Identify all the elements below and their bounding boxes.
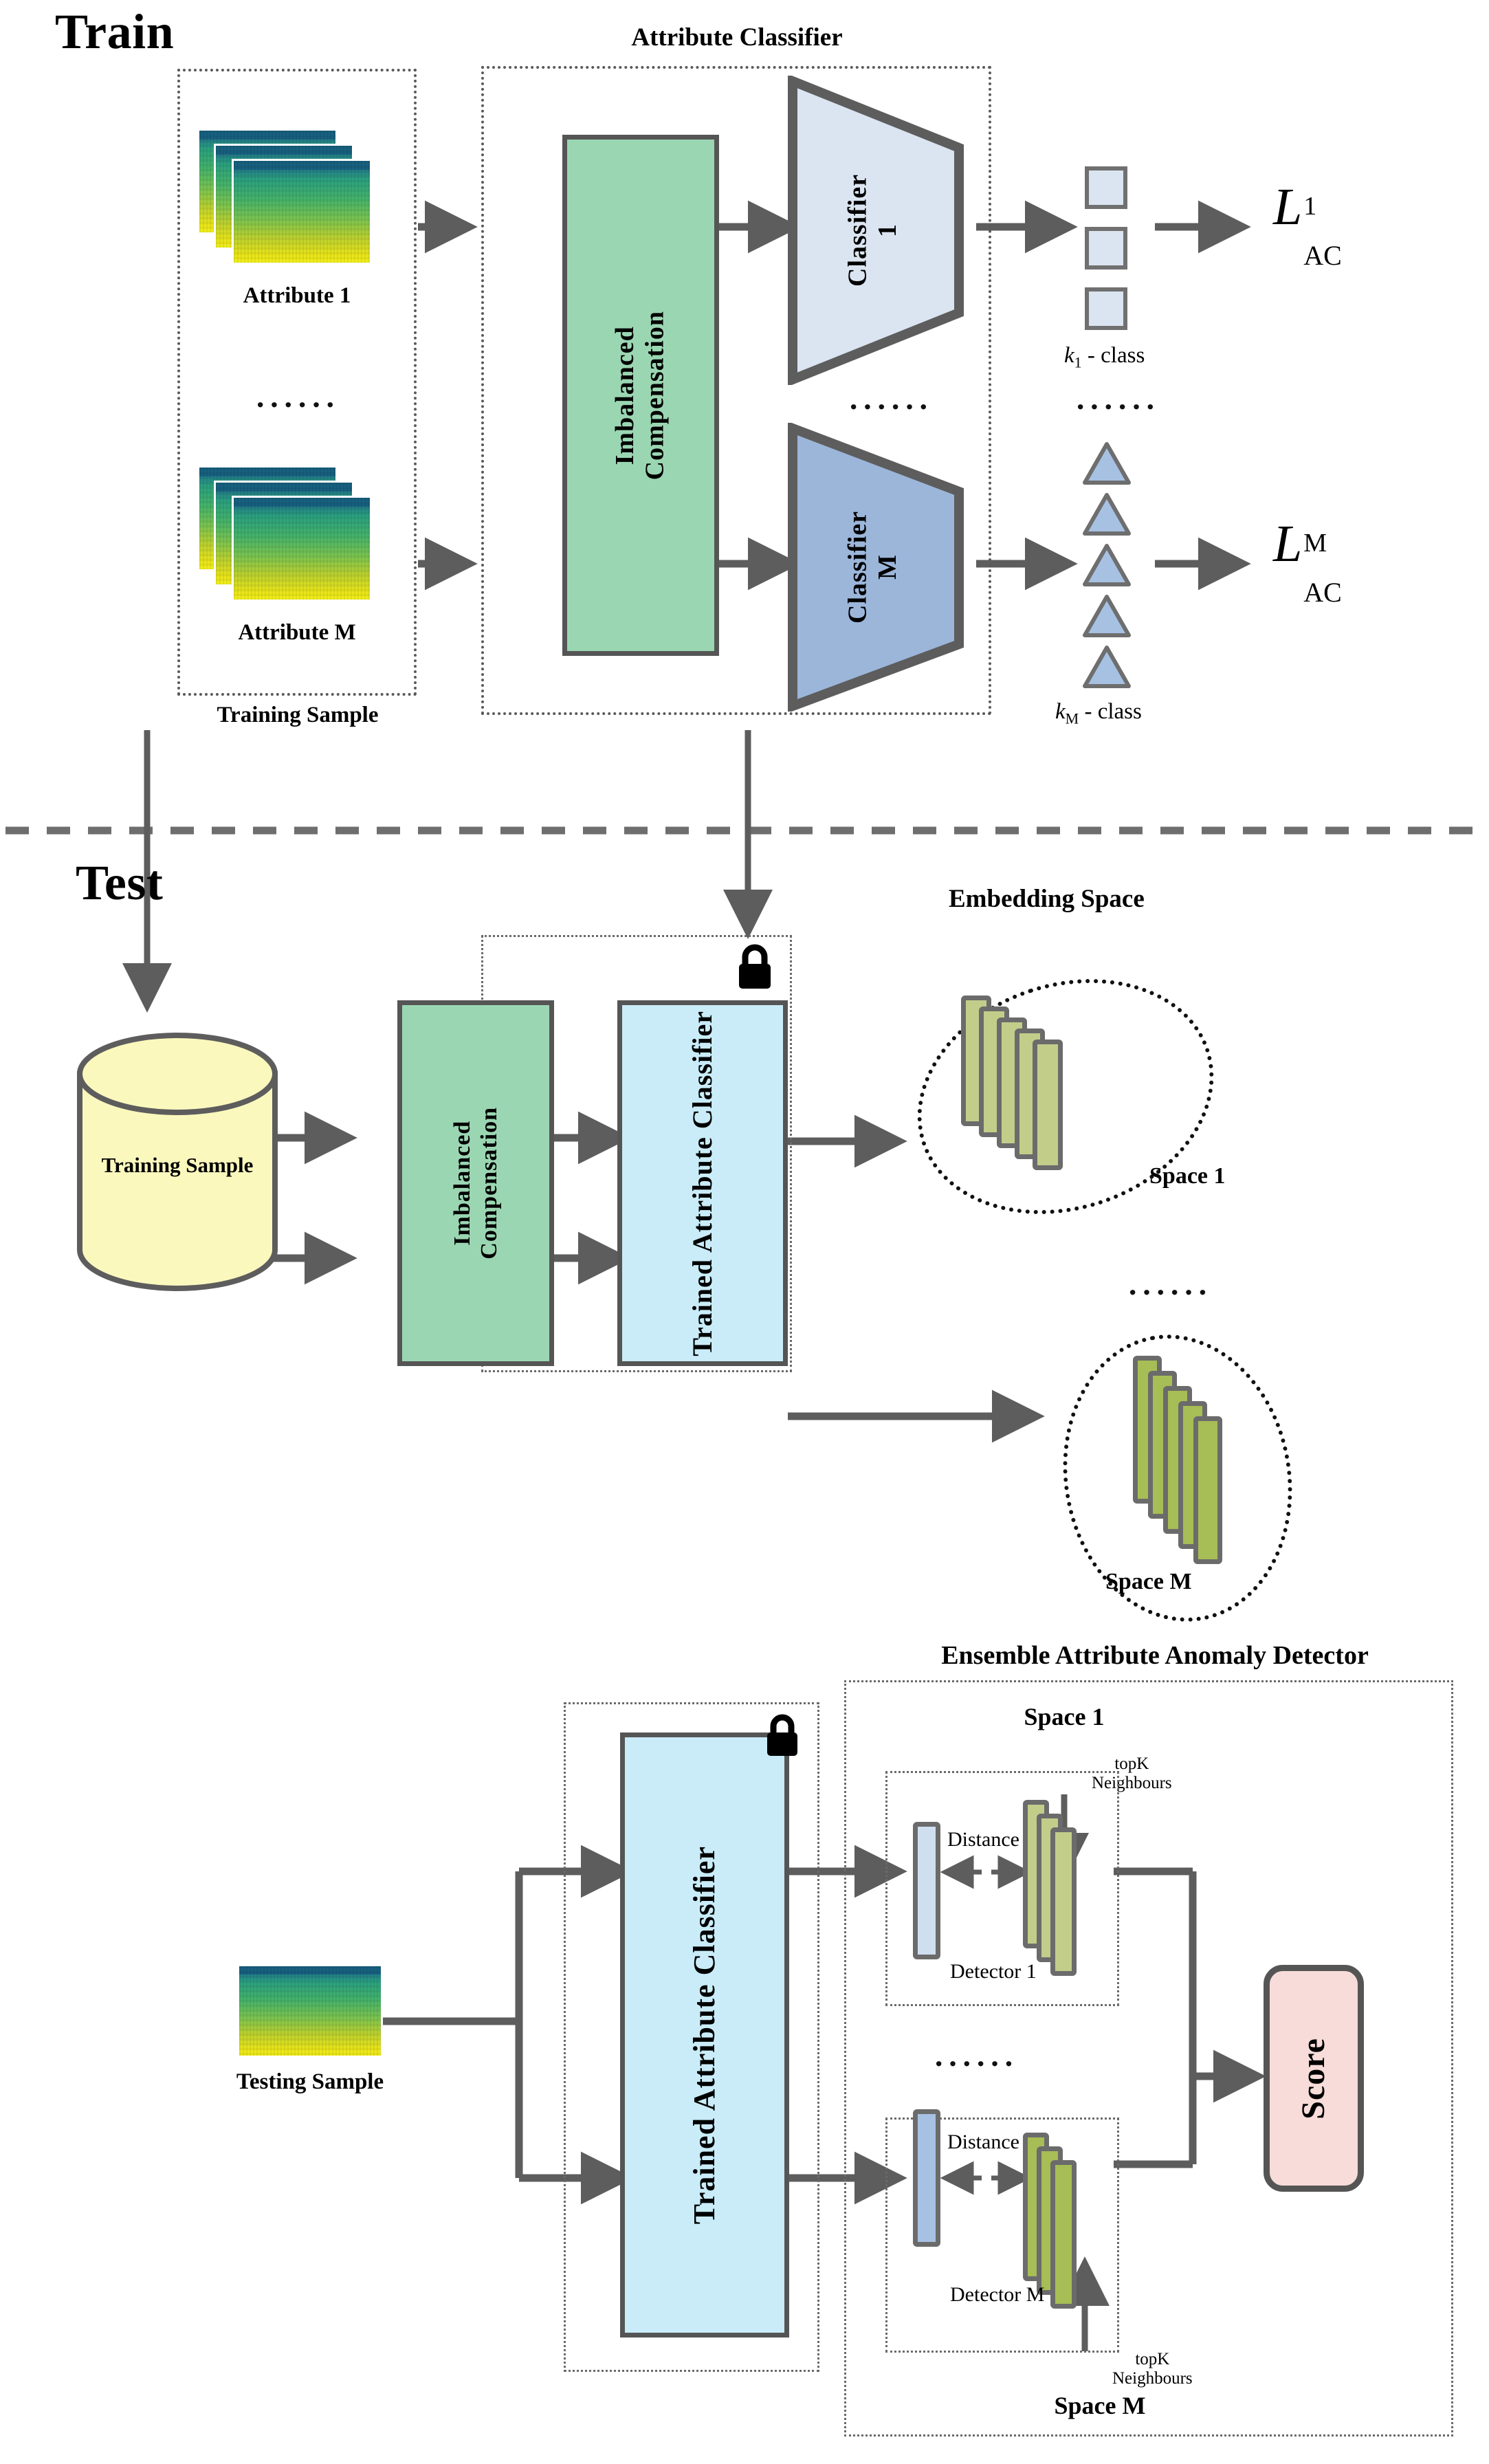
classifier-1-shape: Classifier 1 — [787, 74, 986, 387]
classifier-ellipsis: ······ — [848, 389, 933, 424]
class-square — [1085, 287, 1127, 330]
lock-icon — [763, 1713, 802, 1760]
training-sample-database-label: Training Sample — [101, 1153, 254, 1177]
attribute-ellipsis: ······ — [254, 387, 340, 422]
space-m-embedding-bars — [1133, 1356, 1325, 1590]
detector-space-1-label: Space 1 — [1024, 1703, 1105, 1730]
classifier-m-shape: Classifier M — [787, 421, 986, 714]
k1-class-shapes — [1085, 166, 1133, 338]
trained-attribute-classifier-label-test: Trained Attribute Classifier — [687, 1010, 718, 1356]
loss-ac-1: L 1 AC — [1273, 177, 1342, 271]
topk-neighbours-label-m: topK Neighbours — [1112, 2350, 1193, 2388]
loss-1-symbol: L — [1273, 178, 1303, 236]
train-sample-group-label: Training Sample — [217, 703, 379, 727]
imbalanced-compensation-label-test: Imbalanced Compensation — [449, 1107, 502, 1260]
attribute-classifier-group-label: Attribute Classifier — [631, 23, 843, 52]
attribute-m-spectrogram-stack — [199, 468, 378, 605]
classifier-m-label: Classifier M — [843, 510, 902, 624]
trained-attribute-classifier-test: Trained Attribute Classifier — [617, 1000, 788, 1366]
imbalanced-compensation-block-train: Imbalanced Compensation — [562, 135, 719, 656]
embedding-bar — [1033, 1040, 1063, 1170]
detector-m-query-bar — [913, 2109, 940, 2247]
space-1-embedding-bars — [961, 996, 1167, 1188]
classifier-1-label: Classifier 1 — [843, 173, 902, 287]
loss-1-subscript: AC — [1303, 240, 1342, 271]
detector-1-neighbour-bars — [1023, 1800, 1119, 2006]
distance-label-m: Distance — [947, 2131, 1019, 2153]
ensemble-group-label: Ensemble Attribute Anomaly Detector — [941, 1641, 1369, 1670]
attribute-1-spectrogram-stack — [199, 131, 378, 268]
testing-sample-spectrogram — [239, 1966, 381, 2056]
trained-attribute-classifier-label-bottom: Trained Attribute Classifier — [687, 1845, 721, 2225]
distance-label-1: Distance — [947, 1828, 1019, 1851]
k1-class-label: k1 - class — [1064, 343, 1145, 371]
score-label: Score — [1295, 2037, 1332, 2120]
detector-1-label: Detector 1 — [950, 1960, 1037, 1983]
neighbour-bar — [1050, 1827, 1077, 1976]
testing-sample-label: Testing Sample — [236, 2069, 384, 2094]
detector-m-label: Detector M — [950, 2283, 1045, 2306]
loss-ac-m: L M AC — [1273, 514, 1342, 608]
km-class-shapes — [1078, 440, 1147, 694]
training-sample-database: Training Sample — [74, 1031, 280, 1292]
diagram-canvas: Train Attribute 1 ······ Attribute M Tra… — [0, 0, 1489, 2464]
class-square — [1085, 166, 1127, 209]
score-box: Score — [1264, 1965, 1364, 2192]
class-square — [1085, 227, 1127, 270]
imbalanced-compensation-label-train: Imbalanced Compensation — [610, 310, 670, 481]
detector-1-query-bar — [913, 1822, 940, 1959]
loss-1-superscript: 1 — [1303, 192, 1317, 221]
lock-icon — [734, 943, 775, 993]
attribute-1-label: Attribute 1 — [243, 283, 351, 308]
embedding-space-label: Embedding Space — [949, 885, 1145, 913]
section-title-test: Test — [76, 855, 164, 910]
detector-ellipsis: ······ — [934, 2046, 1018, 2081]
loss-m-superscript: M — [1303, 529, 1327, 558]
loss-m-subscript: AC — [1303, 577, 1342, 608]
loss-m-symbol: L — [1273, 515, 1303, 573]
imbalanced-compensation-block-test: Imbalanced Compensation — [397, 1000, 554, 1366]
class-ellipsis: ······ — [1074, 389, 1160, 424]
attribute-m-label: Attribute M — [238, 620, 356, 645]
embedding-space-ellipsis: ······ — [1127, 1275, 1212, 1310]
detector-space-m-label: Space M — [1054, 2392, 1146, 2419]
neighbour-bar — [1050, 2160, 1077, 2309]
embedding-bar — [1193, 1416, 1222, 1564]
trained-attribute-classifier-bottom: Trained Attribute Classifier — [620, 1732, 789, 2338]
space-m-label: Space M — [1105, 1569, 1192, 1594]
space-1-label: Space 1 — [1149, 1163, 1226, 1189]
detector-m-neighbour-bars — [1023, 2133, 1119, 2339]
section-title-train: Train — [55, 4, 175, 59]
km-class-label: kM - class — [1055, 699, 1142, 727]
